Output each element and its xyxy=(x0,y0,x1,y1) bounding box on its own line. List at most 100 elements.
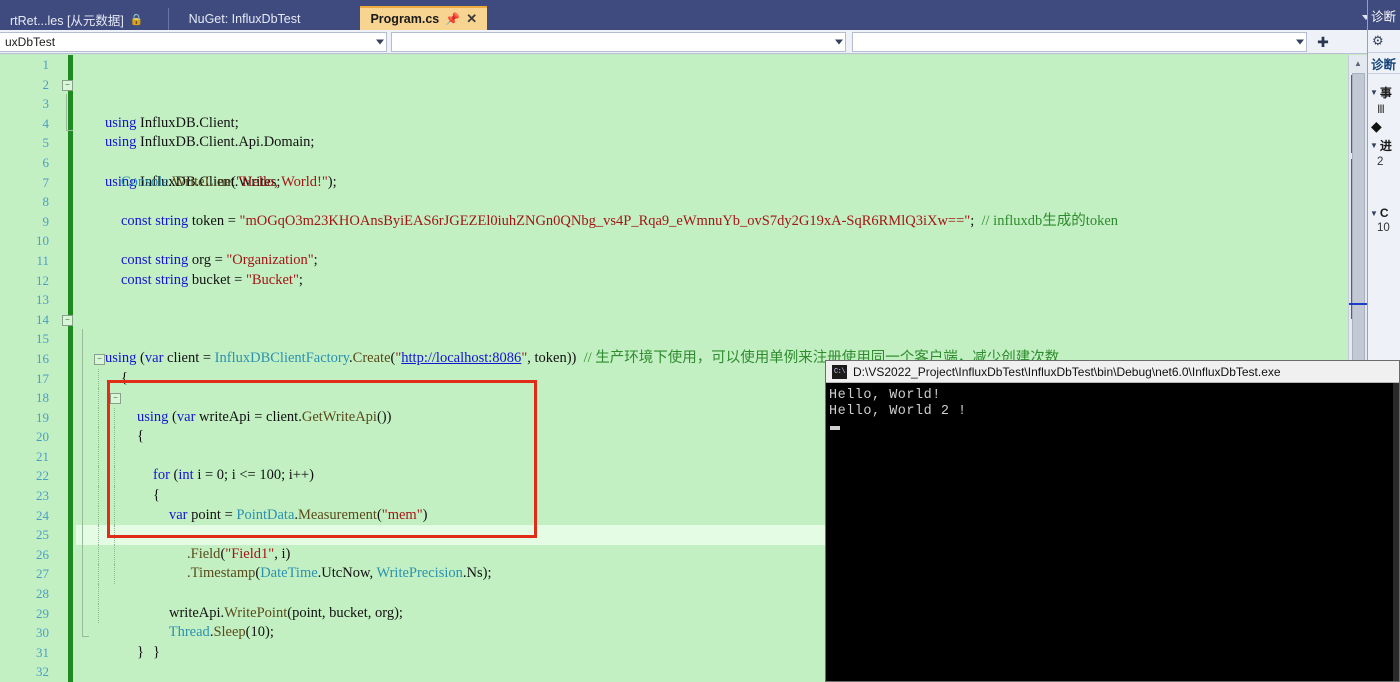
line-number: 17 xyxy=(36,370,49,386)
code-line: { xyxy=(76,329,1348,386)
indent-guide xyxy=(114,486,115,506)
code-line: using InfluxDB.Client.Api.Domain; xyxy=(66,94,1348,150)
indent-guide xyxy=(98,584,99,604)
section-value: 10 xyxy=(1377,222,1390,234)
line-number: 6 xyxy=(42,154,50,170)
project-combo[interactable]: uxDbTest xyxy=(0,31,387,52)
split-view-icon[interactable]: ✚ xyxy=(1315,35,1331,49)
console-line: Hello, World 2 ! xyxy=(829,404,967,419)
line-number: 11 xyxy=(36,252,49,268)
line-number: 15 xyxy=(36,331,49,347)
section-process[interactable]: ▼ 进 xyxy=(1368,137,1400,154)
console-output-text: Hello, World! Hello, World 2 ! xyxy=(826,383,1399,436)
code-line: using InfluxDB.Client.Writes; xyxy=(66,113,1348,190)
line-number: 27 xyxy=(36,566,49,582)
visual-studio-window: rtRet...les [从元数据] 🔒 NuGet: InfluxDbTest… xyxy=(0,0,1400,682)
fold-guide xyxy=(82,407,83,428)
section-cpu[interactable]: ▼ C xyxy=(1368,206,1400,220)
line-number: 32 xyxy=(36,664,49,680)
line-number: 24 xyxy=(36,507,49,523)
fold-collapse-icon[interactable]: − xyxy=(94,353,105,365)
line-number: 31 xyxy=(36,644,49,660)
line-number: 10 xyxy=(36,233,49,249)
line-number: 22 xyxy=(36,468,49,484)
axis-tick-label xyxy=(1368,170,1400,184)
tab-label: NuGet: InfluxDbTest xyxy=(188,12,301,26)
fold-guide xyxy=(82,329,83,349)
triangle-down-icon[interactable]: ▼ xyxy=(1370,141,1378,150)
indent-guide xyxy=(98,466,99,487)
line-number: 16 xyxy=(36,350,49,366)
close-icon[interactable]: ✕ xyxy=(466,11,477,27)
code-line: Console.WriteLine("Hello, World!"); xyxy=(76,153,1348,190)
triangle-down-icon[interactable]: ▼ xyxy=(1370,209,1378,218)
code-line: const string bucket = "Bucket"; xyxy=(76,251,1348,288)
fold-collapse-icon[interactable]: − xyxy=(62,314,73,326)
type-combo[interactable] xyxy=(391,31,846,52)
indent-guide xyxy=(98,544,99,565)
indent-guide xyxy=(114,466,115,487)
indent-guide xyxy=(114,505,115,526)
tab-label: Program.cs xyxy=(370,12,440,26)
gear-icon[interactable]: ⚙ xyxy=(1372,33,1384,49)
caret-position-marker xyxy=(1349,303,1368,305)
indent-guide xyxy=(114,544,115,565)
fold-guide xyxy=(82,525,83,545)
tab-metadata[interactable]: rtRet...les [从元数据] 🔒 xyxy=(0,8,154,30)
chevron-down-icon[interactable] xyxy=(835,39,843,44)
indent-guide xyxy=(98,505,99,526)
indent-guide xyxy=(98,486,99,506)
project-combo-value: uxDbTest xyxy=(5,34,56,49)
member-combo[interactable] xyxy=(852,31,1307,52)
panel-title: 诊断 xyxy=(1368,0,1400,30)
diamond-marker-icon: ◆ xyxy=(1371,117,1382,134)
chevron-down-icon[interactable] xyxy=(376,39,384,44)
line-number: 2 xyxy=(42,76,50,92)
indent-guide xyxy=(114,427,115,447)
section-events[interactable]: ▼ 事 xyxy=(1368,84,1400,101)
triangle-down-icon[interactable]: ▼ xyxy=(1370,88,1378,97)
console-output-window[interactable]: C:\ D:\VS2022_Project\InfluxDbTest\Influ… xyxy=(825,360,1400,682)
code-line: − using (var client = InfluxDBClientFact… xyxy=(62,310,1348,366)
line-number: 13 xyxy=(36,292,49,308)
fold-collapse-icon[interactable]: − xyxy=(110,393,121,405)
scrollbar-thumb[interactable] xyxy=(1352,73,1365,368)
console-scrollbar[interactable] xyxy=(1393,383,1399,681)
fold-guide xyxy=(82,368,83,389)
chevron-up-icon[interactable]: ▲ xyxy=(1349,55,1367,71)
console-title-bar[interactable]: C:\ D:\VS2022_Project\InfluxDbTest\Influ… xyxy=(826,361,1399,383)
fold-collapse-icon[interactable]: − xyxy=(62,79,73,91)
line-number: 7 xyxy=(42,174,50,190)
console-app-icon: C:\ xyxy=(832,364,847,379)
fold-guide xyxy=(82,505,83,526)
axis-tick-label xyxy=(1368,262,1400,276)
console-cursor xyxy=(830,426,840,430)
fold-guide xyxy=(82,427,83,447)
fold-guide xyxy=(82,486,83,506)
indent-guide xyxy=(98,407,99,428)
line-number: 1 xyxy=(42,57,50,72)
fold-guide xyxy=(66,113,67,130)
line-number: 9 xyxy=(42,213,50,229)
panel-subtitle: 诊断 xyxy=(1368,53,1400,74)
pin-icon[interactable]: 📌 xyxy=(445,12,460,26)
line-number: 14 xyxy=(36,311,49,327)
chevron-down-icon[interactable] xyxy=(1296,39,1304,44)
tab-program-cs[interactable]: Program.cs 📌 ✕ xyxy=(360,6,488,30)
indent-guide xyxy=(114,564,115,585)
fold-guide xyxy=(82,584,83,604)
fold-guide-end xyxy=(82,636,89,638)
fold-guide xyxy=(82,388,83,408)
line-number: 29 xyxy=(36,605,49,621)
line-number: 3 xyxy=(42,96,50,112)
line-number: 5 xyxy=(42,135,50,151)
code-line: const string token = "mOGqO3m23KHOAnsByi… xyxy=(76,192,1348,229)
fold-guide xyxy=(82,544,83,565)
indent-guide xyxy=(98,427,99,447)
line-number: 12 xyxy=(36,272,49,288)
fold-guide xyxy=(82,348,83,369)
tab-nuget[interactable]: NuGet: InfluxDbTest xyxy=(167,8,361,30)
